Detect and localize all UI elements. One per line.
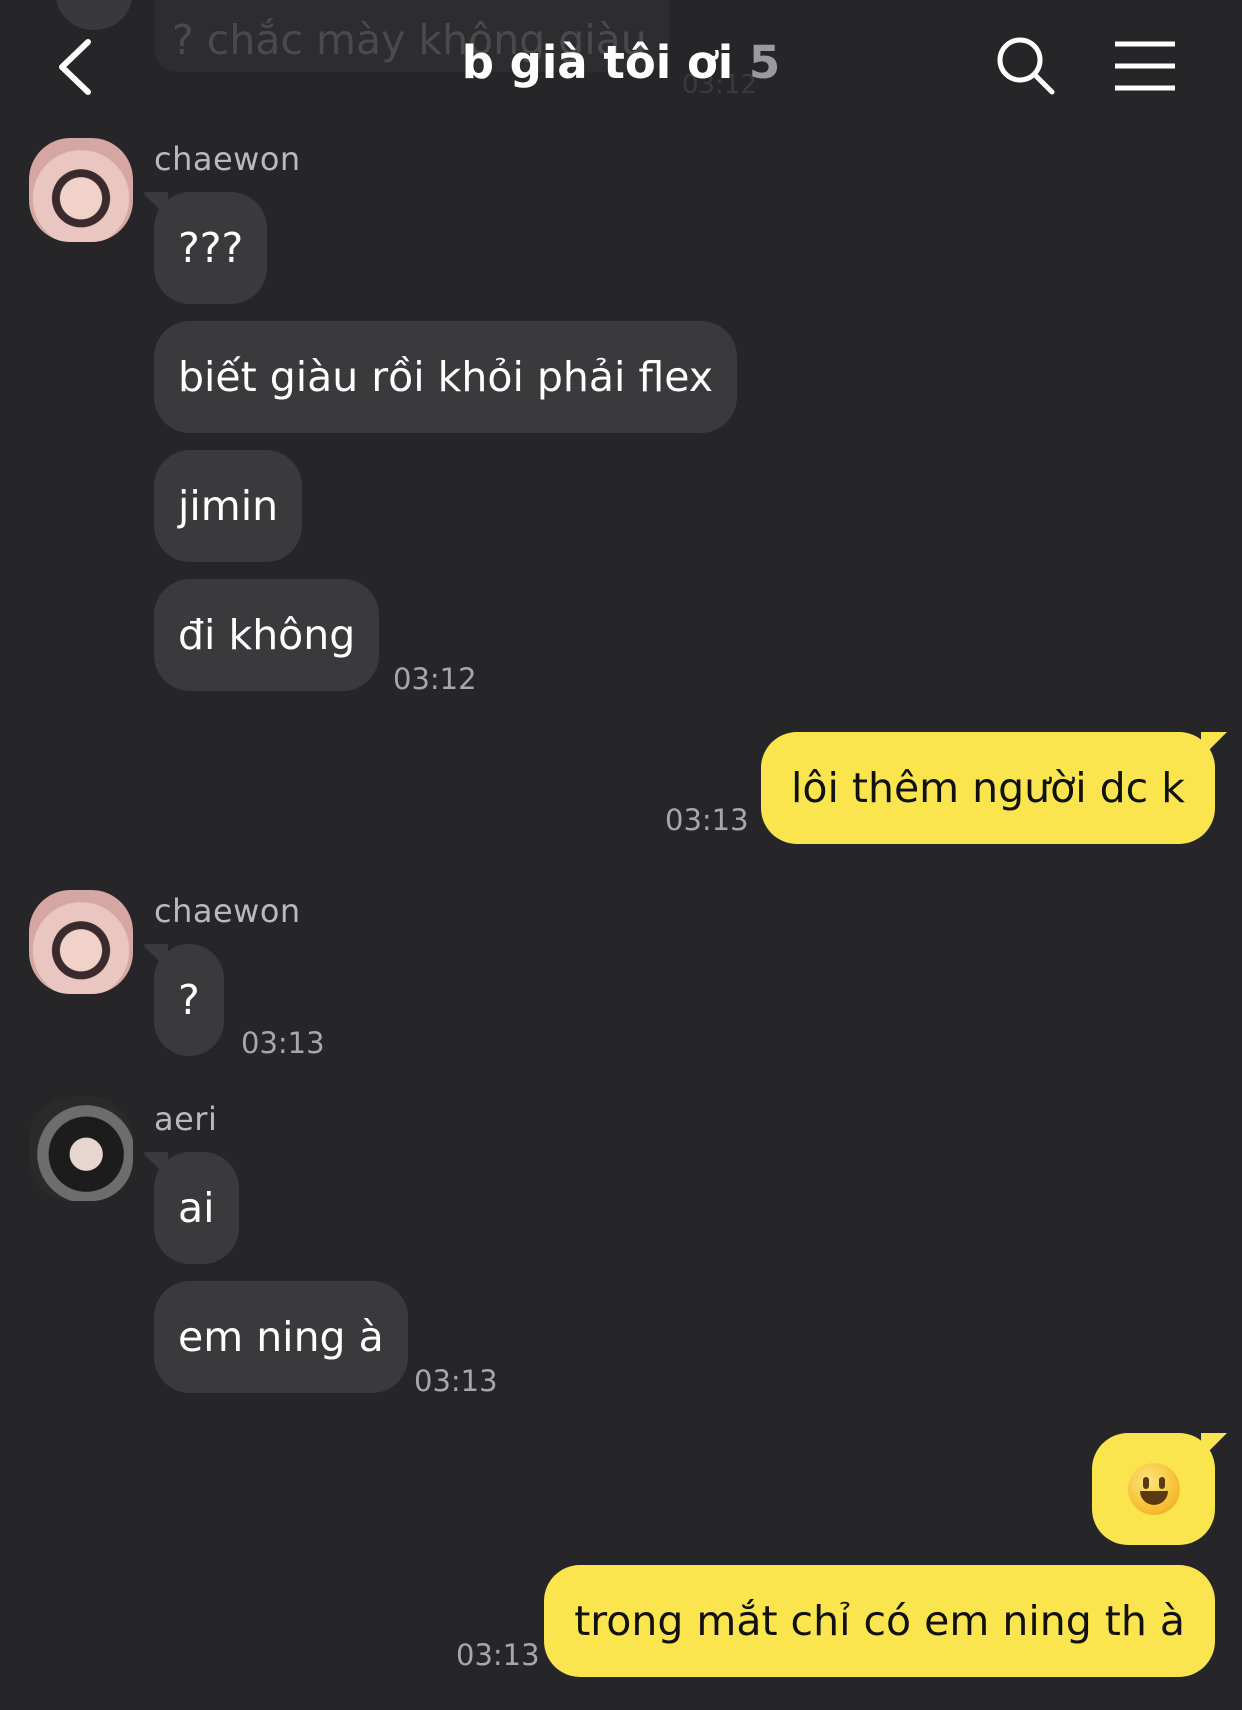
- search-icon: [997, 37, 1055, 95]
- message-bubble[interactable]: đi không: [154, 579, 380, 691]
- message-text: ?: [178, 976, 200, 1024]
- member-count: 5: [748, 36, 781, 89]
- message-text: em ning à: [178, 1313, 384, 1361]
- my-emoji-bubble[interactable]: [1092, 1433, 1227, 1545]
- search-button[interactable]: [994, 34, 1058, 98]
- message-text: ai: [178, 1184, 215, 1232]
- sender-name: chaewon: [154, 140, 301, 178]
- chat-name: b già tôi ơi: [461, 36, 734, 89]
- bubble-tail: [142, 1152, 168, 1178]
- bubble-tail: [1201, 732, 1227, 758]
- sender-name: chaewon: [154, 892, 301, 930]
- avatar-aeri[interactable]: [29, 1097, 133, 1201]
- message-text: jimin: [178, 482, 279, 530]
- avatar-chaewon[interactable]: [29, 138, 133, 242]
- previous-avatar: [56, 0, 132, 30]
- message-bubble[interactable]: biết giàu rồi khỏi phải flex: [154, 321, 738, 433]
- message-timestamp: 03:12: [393, 662, 477, 696]
- message-bubble[interactable]: jimin: [154, 450, 303, 562]
- my-message-bubble[interactable]: trong mắt chỉ có em ning th à: [544, 1565, 1215, 1677]
- bubble-tail: [142, 944, 168, 970]
- avatar-chaewon[interactable]: [29, 890, 133, 994]
- message-timestamp: 03:13: [456, 1638, 540, 1672]
- message-timestamp: 03:13: [241, 1026, 325, 1060]
- my-message-bubble[interactable]: lôi thêm người dc k: [760, 732, 1227, 844]
- grinning-face-icon: [1127, 1463, 1180, 1515]
- message-bubble[interactable]: ???: [142, 192, 268, 304]
- bubble-tail: [142, 192, 168, 218]
- message-bubble[interactable]: ai: [142, 1152, 239, 1264]
- message-timestamp: 03:13: [665, 803, 749, 837]
- message-timestamp: 03:13: [414, 1364, 498, 1398]
- message-bubble[interactable]: em ning à: [154, 1281, 408, 1393]
- message-bubble[interactable]: ?: [142, 944, 224, 1056]
- message-text: ???: [178, 224, 244, 272]
- message-text: lôi thêm người dc k: [790, 764, 1185, 812]
- hamburger-menu-icon: [1115, 41, 1175, 91]
- sender-name: aeri: [154, 1100, 218, 1138]
- message-text: đi không: [178, 611, 356, 659]
- bubble-tail: [1201, 1433, 1227, 1459]
- message-text: biết giàu rồi khỏi phải flex: [178, 353, 714, 401]
- menu-button[interactable]: [1112, 38, 1178, 94]
- message-text: trong mắt chỉ có em ning th à: [574, 1597, 1185, 1645]
